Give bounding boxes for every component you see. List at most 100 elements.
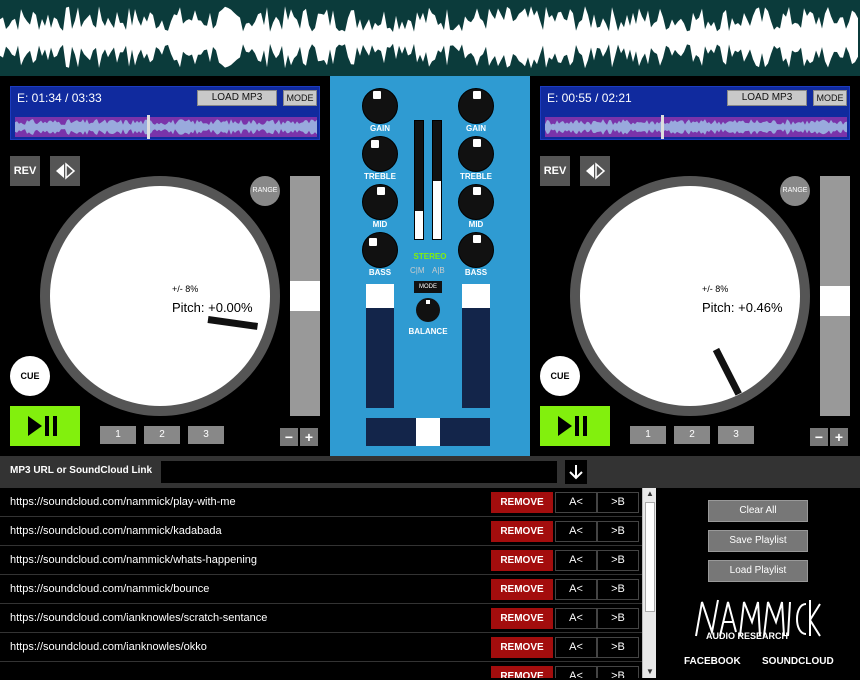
remove-button[interactable]: REMOVE xyxy=(491,492,553,513)
deck-right-mini-waveform[interactable] xyxy=(545,117,847,137)
deck-right-rev-button[interactable]: REV xyxy=(540,156,570,186)
mixer-left-bass-label: BASS xyxy=(368,268,392,277)
deck-left-range-button[interactable]: RANGE xyxy=(250,176,280,206)
clear-all-button[interactable]: Clear All xyxy=(708,500,808,522)
load-to-a-button[interactable]: A< xyxy=(555,579,597,600)
deck-left-pitch: Pitch: +0.00% xyxy=(172,300,253,315)
deck-left-rev-button[interactable]: REV xyxy=(10,156,40,186)
load-to-b-button[interactable]: >B xyxy=(597,666,639,678)
deck-right-cue-button[interactable]: CUE xyxy=(540,356,580,396)
mixer-balance-knob[interactable] xyxy=(416,298,440,322)
mixer-volume-right-slider[interactable] xyxy=(462,284,490,408)
playlist-item-url: https://soundcloud.com/nammick/whats-hap… xyxy=(10,554,258,566)
mixer-right-mid-knob[interactable] xyxy=(458,184,494,220)
load-to-b-button[interactable]: >B xyxy=(597,637,639,658)
deck-left-pitch-minus-button[interactable]: − xyxy=(280,428,298,446)
remove-button[interactable]: REMOVE xyxy=(491,550,553,571)
mixer-vu-left xyxy=(414,120,424,240)
deck-left-hotcue-3[interactable]: 3 xyxy=(188,426,224,444)
remove-button[interactable]: REMOVE xyxy=(491,579,553,600)
deck-left-platter-face[interactable]: +/- 8% Pitch: +0.00% xyxy=(50,186,270,406)
deck-right-hotcue-1[interactable]: 1 xyxy=(630,426,666,444)
mixer-left-mid-label: MID xyxy=(372,220,388,229)
mixer-left-bass-knob[interactable] xyxy=(362,232,398,268)
mixer-right-gain-knob[interactable] xyxy=(458,88,494,124)
remove-button[interactable]: REMOVE xyxy=(491,637,553,658)
deck-right-mode-button[interactable]: MODE xyxy=(813,90,847,106)
load-to-a-button[interactable]: A< xyxy=(555,637,597,658)
remove-button[interactable]: REMOVE xyxy=(491,521,553,542)
main-waveform[interactable] xyxy=(0,0,860,76)
mixer-vu-right xyxy=(432,120,442,240)
deck-left-load-button[interactable]: LOAD MP3 xyxy=(197,90,277,106)
playlist-row[interactable]: REMOVE A< >B xyxy=(0,662,642,678)
deck-right-hotcue-2[interactable]: 2 xyxy=(674,426,710,444)
url-label: MP3 URL or SoundCloud Link xyxy=(10,465,153,476)
mixer-volume-left-slider[interactable] xyxy=(366,284,394,408)
save-playlist-button[interactable]: Save Playlist xyxy=(708,530,808,552)
deck-left-pitch-thumb[interactable] xyxy=(290,281,320,311)
load-to-a-button[interactable]: A< xyxy=(555,608,597,629)
deck-right-pitch-plus-button[interactable]: + xyxy=(830,428,848,446)
mixer-left-gain-knob[interactable] xyxy=(362,88,398,124)
load-to-b-button[interactable]: >B xyxy=(597,521,639,542)
load-to-b-button[interactable]: >B xyxy=(597,550,639,571)
playlist-row[interactable]: https://soundcloud.com/ianknowles/scratc… xyxy=(0,604,642,633)
deck-left-mini-waveform[interactable] xyxy=(15,117,317,137)
deck-right-range-button[interactable]: RANGE xyxy=(780,176,810,206)
load-to-b-button[interactable]: >B xyxy=(597,608,639,629)
mixer-left-treble-knob[interactable] xyxy=(362,136,398,172)
playlist-row[interactable]: https://soundcloud.com/nammick/whats-hap… xyxy=(0,546,642,575)
remove-button[interactable]: REMOVE xyxy=(491,608,553,629)
deck-right-direction-button[interactable] xyxy=(580,156,610,186)
mixer-left-mid-knob[interactable] xyxy=(362,184,398,220)
load-to-a-button[interactable]: A< xyxy=(555,492,597,513)
deck-left-play-pause-button[interactable] xyxy=(10,406,80,446)
mixer-crossfader[interactable] xyxy=(366,418,490,446)
playlist-row[interactable]: https://soundcloud.com/nammick/kadabada … xyxy=(0,517,642,546)
load-to-b-button[interactable]: >B xyxy=(597,492,639,513)
deck-left-platter[interactable]: +/- 8% Pitch: +0.00% xyxy=(40,176,280,416)
url-load-button[interactable] xyxy=(565,460,587,484)
deck-left-pitch-slider[interactable] xyxy=(290,176,320,416)
deck-right-playhead xyxy=(661,115,664,139)
mixer-ab-label[interactable]: A|B xyxy=(432,266,445,275)
url-input[interactable] xyxy=(160,460,558,484)
deck-right-load-button[interactable]: LOAD MP3 xyxy=(727,90,807,106)
deck-left-direction-button[interactable] xyxy=(50,156,80,186)
playlist-row[interactable]: https://soundcloud.com/ianknowles/okko R… xyxy=(0,633,642,662)
deck-right-platter-face[interactable]: +/- 8% Pitch: +0.46% xyxy=(580,186,800,406)
scroll-thumb[interactable] xyxy=(645,502,655,612)
deck-right-platter[interactable]: +/- 8% Pitch: +0.46% xyxy=(570,176,810,416)
scroll-down-icon[interactable]: ▼ xyxy=(643,666,657,678)
deck-left-pitch-plus-button[interactable]: + xyxy=(300,428,318,446)
mixer-right-bass-knob[interactable] xyxy=(458,232,494,268)
deck-right-play-pause-button[interactable] xyxy=(540,406,610,446)
remove-button[interactable]: REMOVE xyxy=(491,666,553,678)
mixer-mode-button[interactable]: MODE xyxy=(414,281,442,293)
playlist-scrollbar[interactable]: ▲ ▼ xyxy=(642,488,657,678)
deck-right-pitch-minus-button[interactable]: − xyxy=(810,428,828,446)
playlist-row[interactable]: https://soundcloud.com/nammick/bounce RE… xyxy=(0,575,642,604)
deck-left-cue-button[interactable]: CUE xyxy=(10,356,50,396)
deck-right-hotcue-3[interactable]: 3 xyxy=(718,426,754,444)
facebook-link[interactable]: FACEBOOK xyxy=(684,656,741,667)
load-to-a-button[interactable]: A< xyxy=(555,666,597,678)
soundcloud-link[interactable]: SOUNDCLOUD xyxy=(762,656,834,667)
direction-icon xyxy=(56,162,76,180)
deck-left-hotcue-1[interactable]: 1 xyxy=(100,426,136,444)
load-to-a-button[interactable]: A< xyxy=(555,550,597,571)
deck-right-pitch-slider[interactable] xyxy=(820,176,850,416)
mixer-crossfader-thumb[interactable] xyxy=(416,418,440,446)
deck-left-hotcue-2[interactable]: 2 xyxy=(144,426,180,444)
load-to-a-button[interactable]: A< xyxy=(555,521,597,542)
load-playlist-button[interactable]: Load Playlist xyxy=(708,560,808,582)
deck-left-mode-button[interactable]: MODE xyxy=(283,90,317,106)
load-to-b-button[interactable]: >B xyxy=(597,579,639,600)
mixer-cm-label[interactable]: C|M xyxy=(410,266,425,275)
scroll-up-icon[interactable]: ▲ xyxy=(643,488,657,500)
play-pause-icon xyxy=(28,416,57,436)
mixer-right-treble-knob[interactable] xyxy=(458,136,494,172)
deck-right-pitch-thumb[interactable] xyxy=(820,286,850,316)
playlist-row[interactable]: https://soundcloud.com/nammick/play-with… xyxy=(0,488,642,517)
